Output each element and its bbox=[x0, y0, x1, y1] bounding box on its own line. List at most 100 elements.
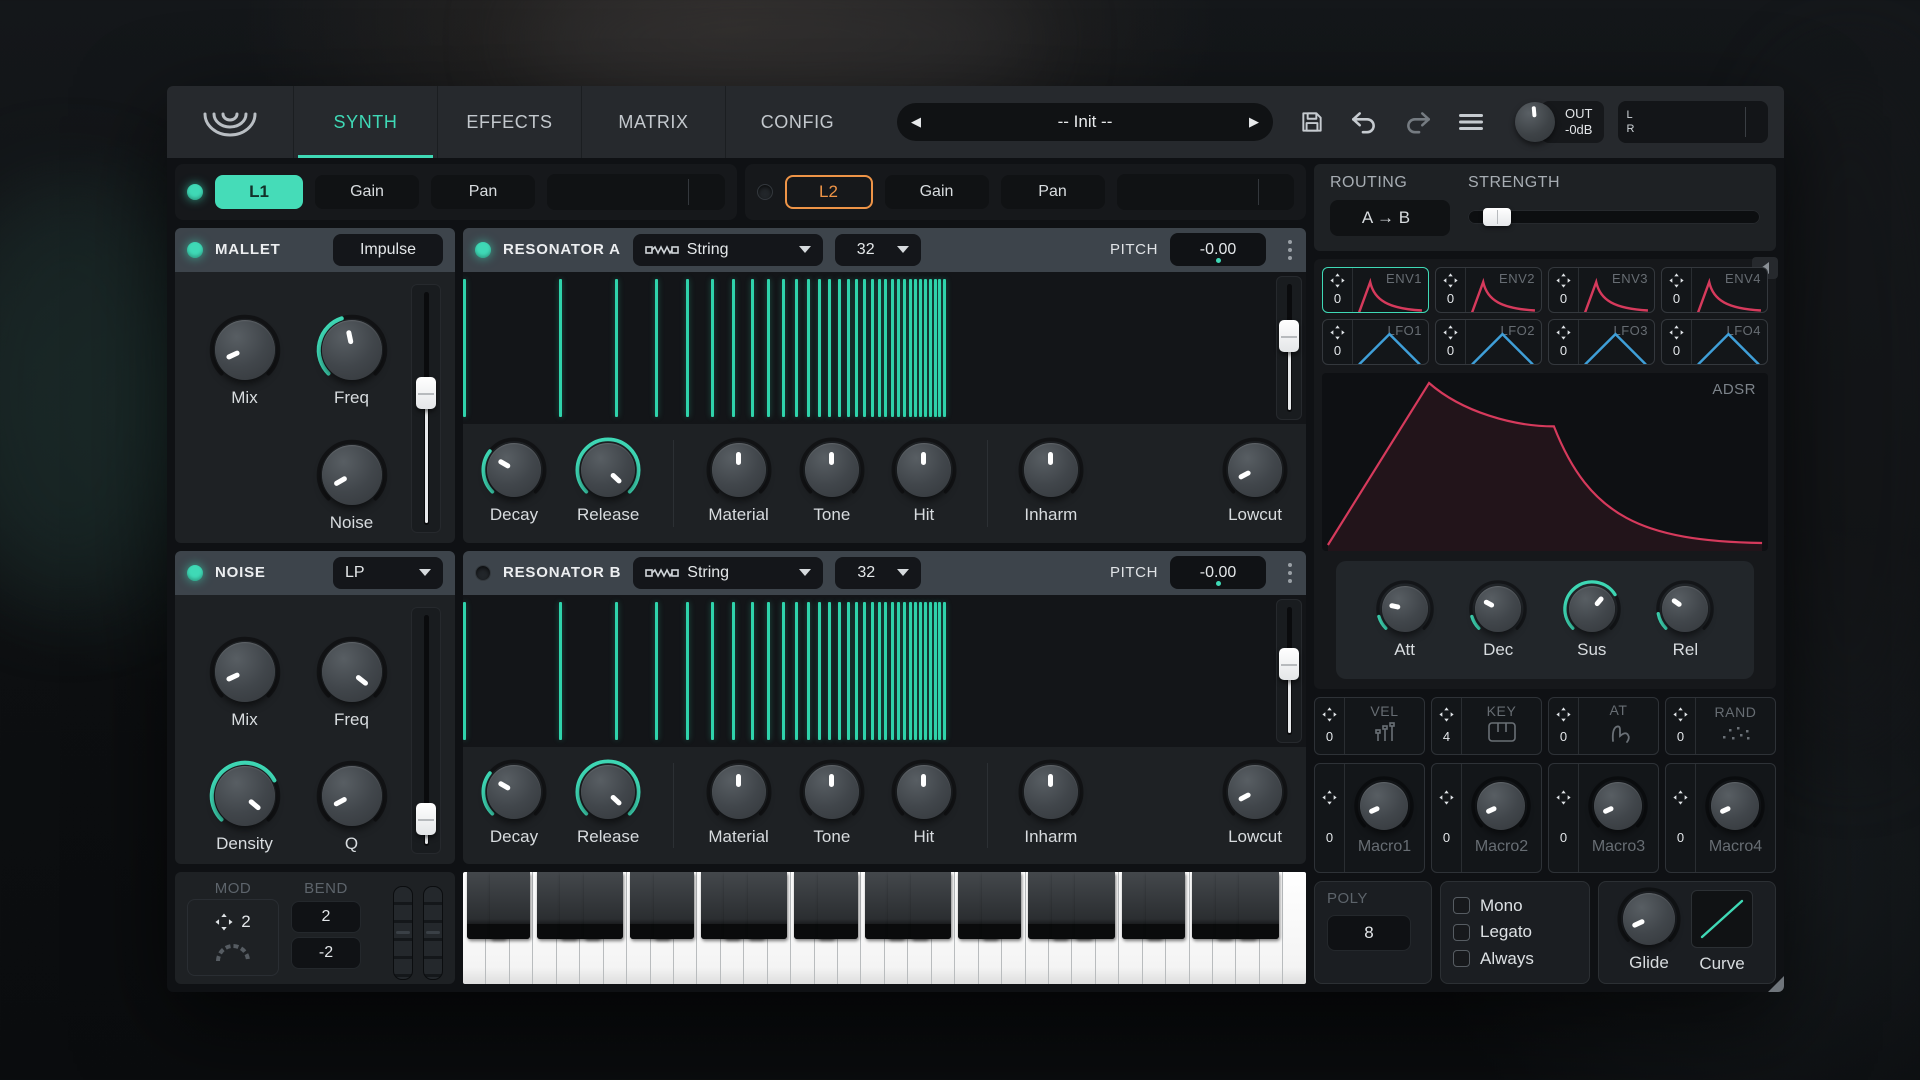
mod-slot-lfo1[interactable]: 0 LFO1 bbox=[1322, 319, 1429, 365]
legato-checkbox[interactable] bbox=[1453, 924, 1470, 941]
knob-tone[interactable]: Tone bbox=[803, 763, 861, 847]
move-icon[interactable] bbox=[1669, 325, 1684, 340]
mallet-fader[interactable] bbox=[411, 284, 441, 533]
move-icon[interactable] bbox=[1330, 273, 1345, 288]
source-rand[interactable]: 0 RAND bbox=[1665, 697, 1776, 755]
mod-slot-env1[interactable]: 0 ENV1 bbox=[1322, 267, 1429, 313]
move-icon[interactable] bbox=[1673, 707, 1688, 722]
layer-1-gain-button[interactable]: Gain bbox=[315, 175, 419, 209]
move-icon[interactable] bbox=[1556, 707, 1571, 722]
tab-matrix[interactable]: MATRIX bbox=[581, 86, 725, 158]
move-icon[interactable] bbox=[1322, 790, 1337, 805]
tab-config[interactable]: CONFIG bbox=[725, 86, 869, 158]
mod-slot-lfo2[interactable]: 0 LFO2 bbox=[1435, 319, 1542, 365]
knob-lowcut[interactable]: Lowcut bbox=[1226, 441, 1284, 525]
macro-macro1[interactable]: 0 Macro1 bbox=[1314, 763, 1425, 873]
mod-slot-env2[interactable]: 0 ENV2 bbox=[1435, 267, 1542, 313]
knob-decay[interactable]: Decay bbox=[485, 441, 543, 525]
output-volume-knob[interactable] bbox=[1515, 102, 1555, 142]
knob-lowcut[interactable]: Lowcut bbox=[1226, 763, 1284, 847]
move-icon[interactable] bbox=[1669, 273, 1684, 288]
knob-hit[interactable]: Hit bbox=[895, 763, 953, 847]
tab-synth[interactable]: SYNTH bbox=[293, 86, 437, 158]
move-icon[interactable] bbox=[1556, 273, 1571, 288]
layer-2-gain-button[interactable]: Gain bbox=[885, 175, 989, 209]
knob-glide[interactable]: Glide bbox=[1621, 891, 1677, 973]
resonator-a-fader[interactable] bbox=[1276, 276, 1302, 420]
resonator-a-led[interactable] bbox=[475, 242, 491, 258]
knob-att[interactable]: Att bbox=[1380, 584, 1430, 660]
knob-decay[interactable]: Decay bbox=[485, 763, 543, 847]
knob-sus[interactable]: Sus bbox=[1567, 584, 1617, 660]
mallet-led[interactable] bbox=[187, 242, 203, 258]
source-at[interactable]: 0 AT bbox=[1548, 697, 1659, 755]
white-key[interactable] bbox=[1283, 872, 1305, 984]
black-key[interactable] bbox=[818, 872, 858, 939]
resonator-b-model-dropdown[interactable]: String bbox=[633, 557, 823, 589]
noise-led[interactable] bbox=[187, 565, 203, 581]
move-icon[interactable] bbox=[1673, 790, 1688, 805]
knob-q[interactable]: Q bbox=[320, 730, 384, 854]
knob-tone[interactable]: Tone bbox=[803, 441, 861, 525]
glide-curve-display[interactable] bbox=[1691, 890, 1753, 948]
move-icon[interactable] bbox=[1443, 325, 1458, 340]
layer-1-pan-button[interactable]: Pan bbox=[431, 175, 535, 209]
layer-2-button[interactable]: L2 bbox=[785, 175, 873, 209]
resonator-b-led[interactable] bbox=[475, 565, 491, 581]
knob-macro4[interactable]: Macro4 bbox=[1709, 780, 1762, 856]
bend-up-value[interactable]: 2 bbox=[291, 901, 361, 933]
black-key[interactable] bbox=[748, 872, 788, 939]
always-option[interactable]: Always bbox=[1453, 949, 1577, 969]
preset-browser[interactable]: ◀ -- Init -- ▶ bbox=[897, 103, 1273, 141]
knob-macro1[interactable]: Macro1 bbox=[1358, 780, 1411, 856]
mod-wheel-assign[interactable]: 2 bbox=[187, 899, 279, 976]
knob-mix[interactable]: Mix bbox=[213, 607, 277, 731]
redo-icon[interactable] bbox=[1403, 109, 1433, 135]
knob-release[interactable]: Release bbox=[577, 441, 639, 525]
knob-material[interactable]: Material bbox=[708, 763, 768, 847]
knob-inharm[interactable]: Inharm bbox=[1022, 763, 1080, 847]
kebab-menu-icon[interactable] bbox=[1286, 240, 1294, 260]
black-key[interactable] bbox=[654, 872, 694, 939]
move-icon[interactable] bbox=[1322, 707, 1337, 722]
macro-macro3[interactable]: 0 Macro3 bbox=[1548, 763, 1659, 873]
resonator-b-fader[interactable] bbox=[1276, 599, 1302, 743]
layer-2-pan-button[interactable]: Pan bbox=[1001, 175, 1105, 209]
black-key[interactable] bbox=[982, 872, 1022, 939]
menu-icon[interactable] bbox=[1457, 110, 1485, 134]
bend-down-value[interactable]: -2 bbox=[291, 937, 361, 969]
source-vel[interactable]: 0 VEL bbox=[1314, 697, 1425, 755]
poly-value[interactable]: 8 bbox=[1327, 915, 1411, 951]
knob-inharm[interactable]: Inharm bbox=[1022, 441, 1080, 525]
routing-dropdown[interactable]: A → B bbox=[1330, 200, 1450, 236]
layer-1-led[interactable] bbox=[187, 184, 203, 200]
legato-option[interactable]: Legato bbox=[1453, 922, 1577, 942]
move-icon[interactable] bbox=[1443, 273, 1458, 288]
knob-release[interactable]: Release bbox=[577, 763, 639, 847]
preset-prev-icon[interactable]: ◀ bbox=[911, 114, 937, 130]
macro-macro2[interactable]: 0 Macro2 bbox=[1431, 763, 1542, 873]
move-icon[interactable] bbox=[1439, 707, 1454, 722]
move-icon[interactable] bbox=[1330, 325, 1345, 340]
knob-material[interactable]: Material bbox=[708, 441, 768, 525]
move-icon[interactable] bbox=[1439, 790, 1454, 805]
mod-wheel[interactable] bbox=[393, 886, 413, 980]
resonator-b-partials-dropdown[interactable]: 32 bbox=[835, 557, 921, 589]
resonator-b-pitch-value[interactable]: -0.00 bbox=[1170, 556, 1266, 589]
macro-macro4[interactable]: 0 Macro4 bbox=[1665, 763, 1776, 873]
tab-effects[interactable]: EFFECTS bbox=[437, 86, 581, 158]
resize-handle[interactable] bbox=[1768, 976, 1784, 992]
layer-2-led[interactable] bbox=[757, 184, 773, 200]
kebab-menu-icon[interactable] bbox=[1286, 563, 1294, 583]
black-key[interactable] bbox=[1146, 872, 1186, 939]
knob-macro3[interactable]: Macro3 bbox=[1592, 780, 1645, 856]
noise-filter-dropdown[interactable]: LP bbox=[333, 557, 443, 589]
black-key[interactable] bbox=[584, 872, 624, 939]
move-icon[interactable] bbox=[1556, 325, 1571, 340]
save-icon[interactable] bbox=[1299, 109, 1325, 135]
preset-next-icon[interactable]: ▶ bbox=[1233, 114, 1259, 130]
mallet-type-dropdown[interactable]: Impulse bbox=[333, 234, 443, 266]
knob-mix[interactable]: Mix bbox=[213, 284, 277, 409]
source-key[interactable]: 4 KEY bbox=[1431, 697, 1542, 755]
resonator-a-model-dropdown[interactable]: String bbox=[633, 234, 823, 266]
